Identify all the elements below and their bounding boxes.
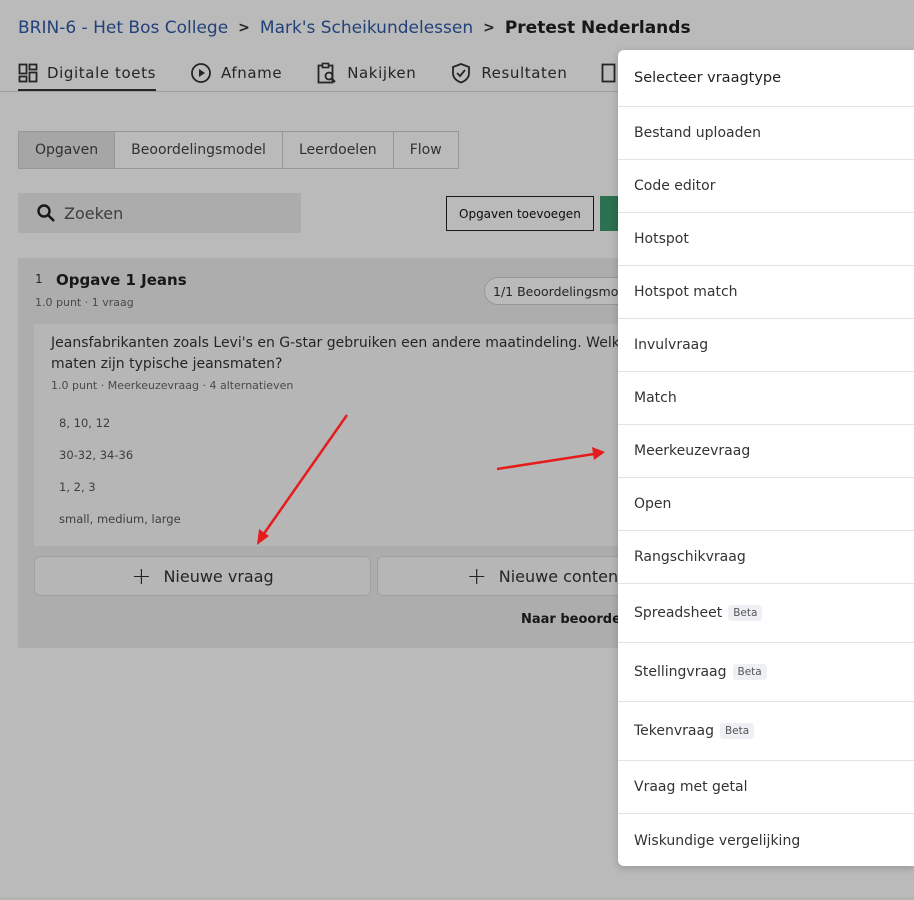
annotation-arrow-new-question [257, 414, 349, 545]
annotation-arrows [257, 414, 605, 545]
annotation-arrow-meerkeuzevraag [496, 447, 605, 471]
